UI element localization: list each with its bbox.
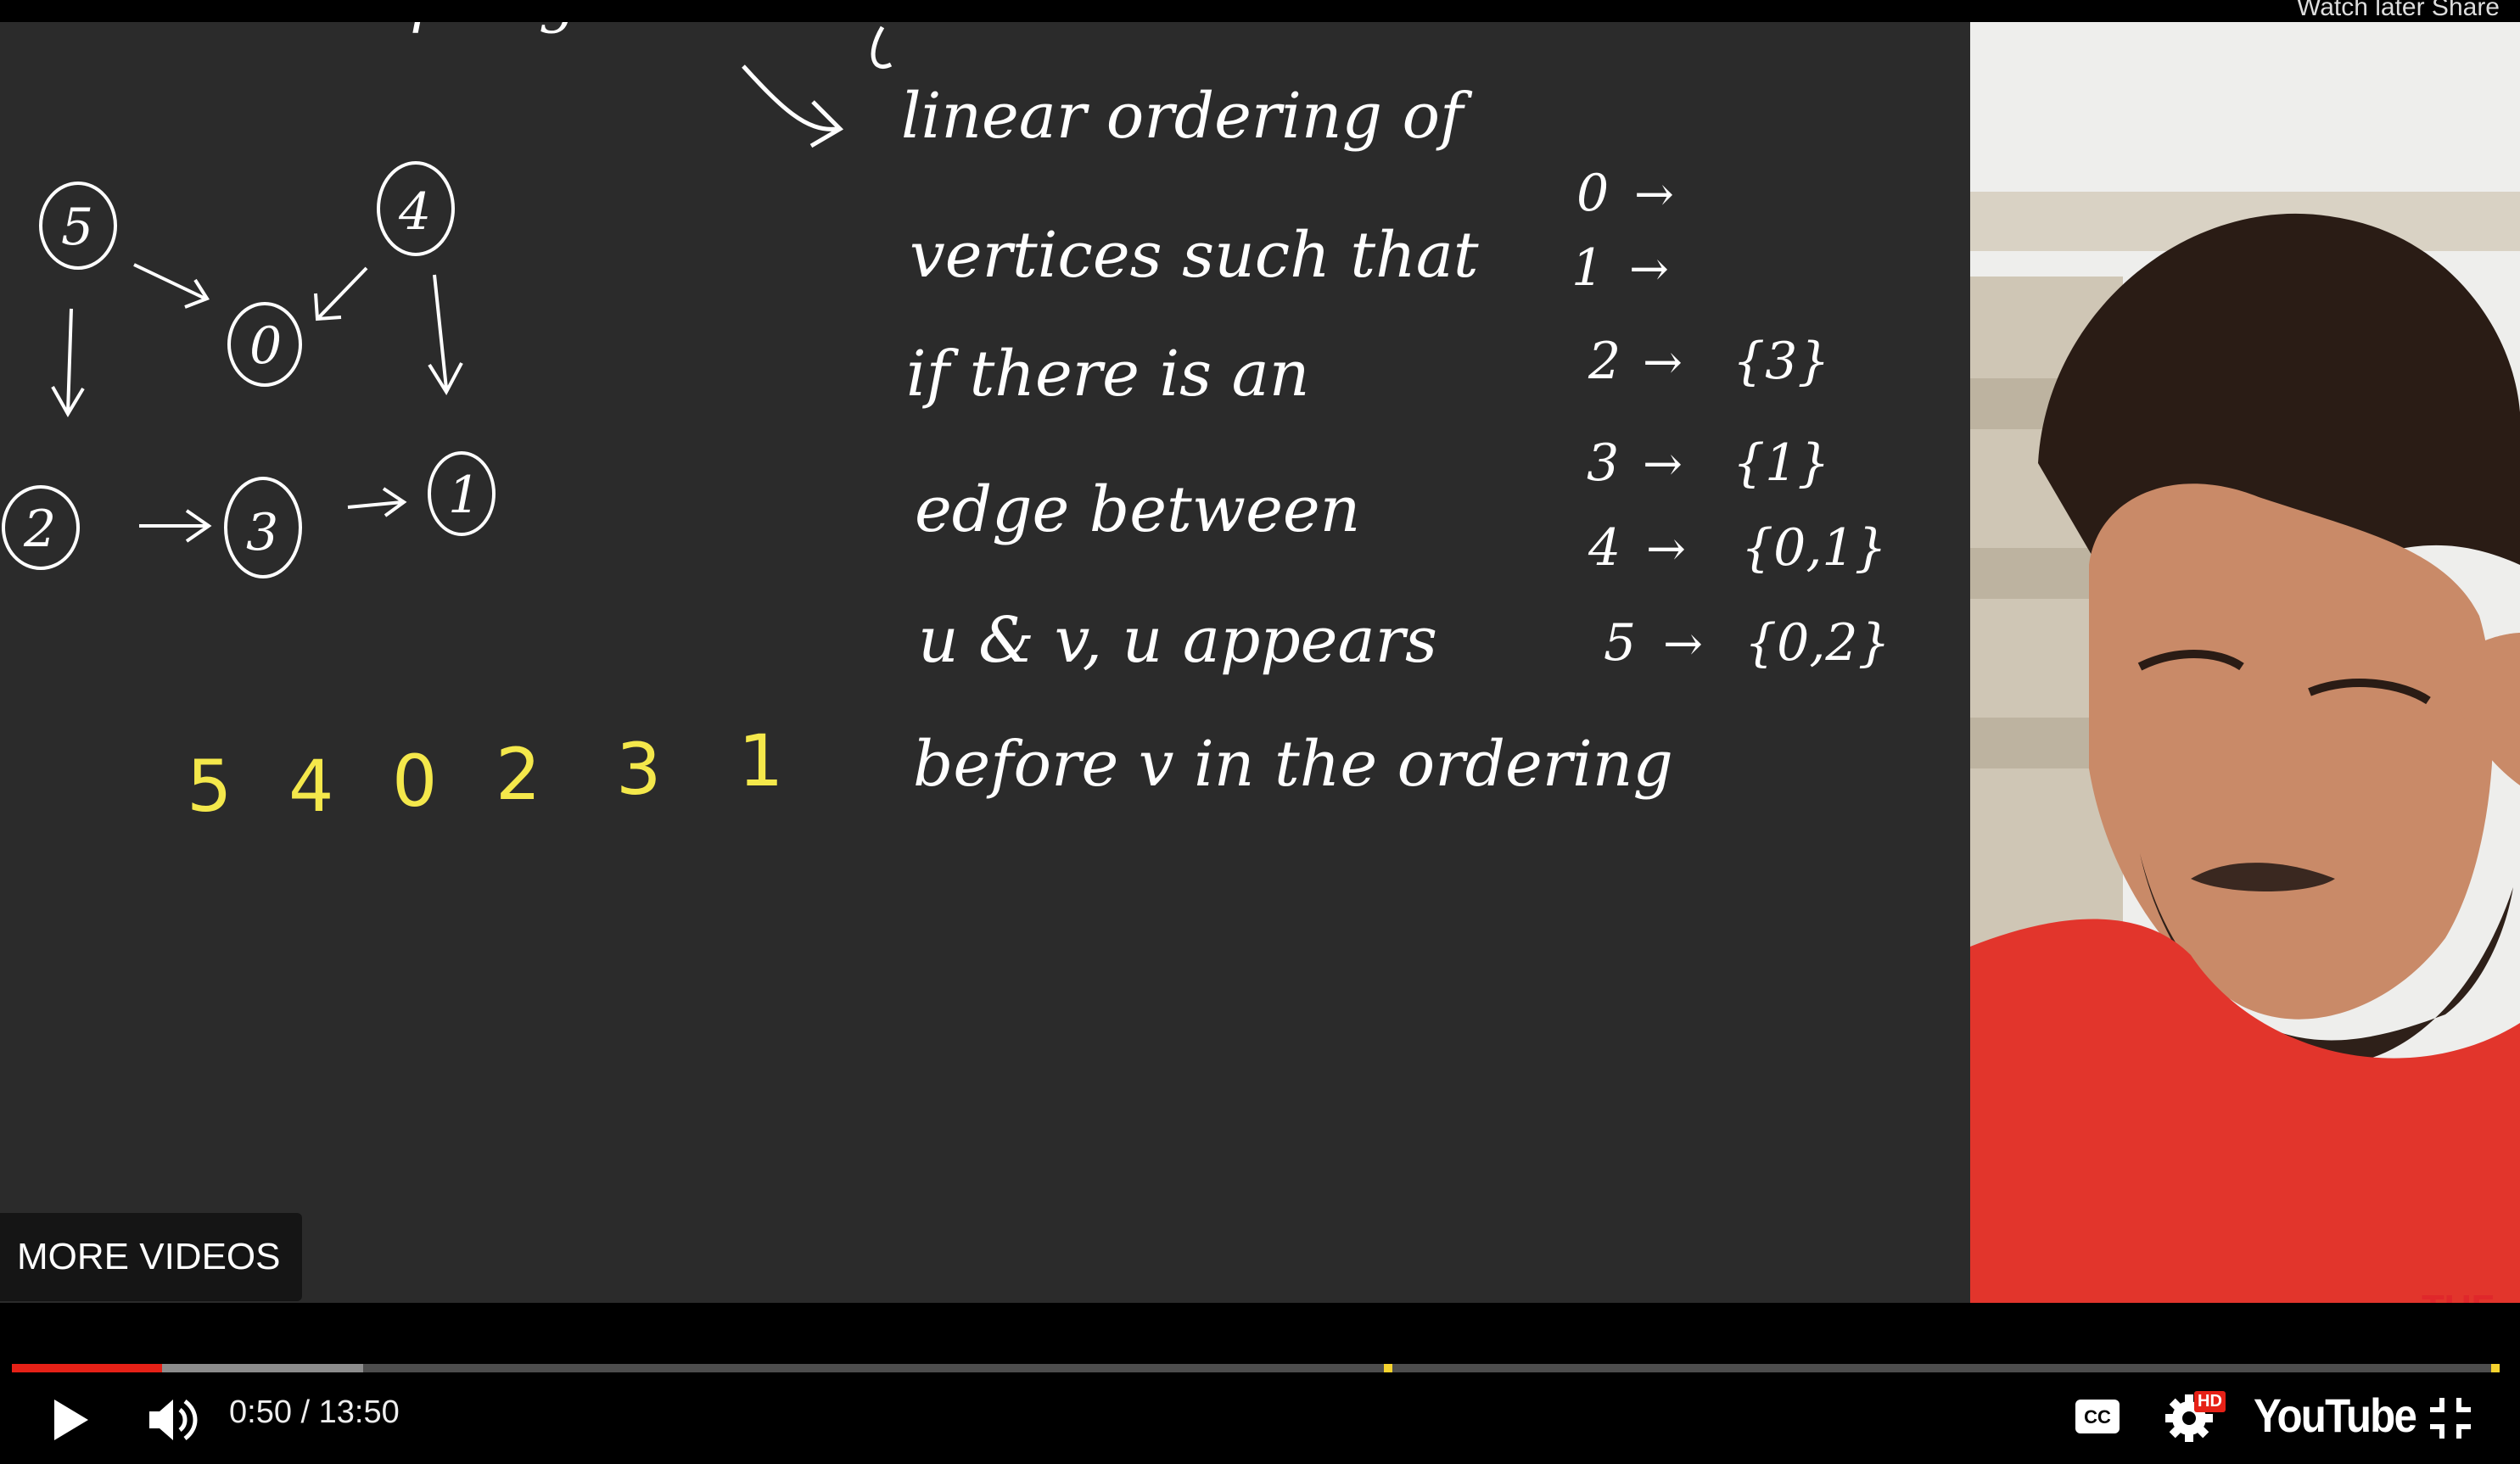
node-label: 4: [398, 182, 431, 242]
cc-icon: CC: [2075, 1400, 2120, 1433]
adj-neighbors: {3}: [1733, 332, 1830, 391]
graph-labels: 5 4 0 2 3 1: [23, 182, 480, 562]
edge-4-1: [428, 274, 463, 396]
adj-vertex: 0: [1576, 164, 1609, 223]
more-videos-button[interactable]: MORE VIDEOS: [0, 1213, 302, 1301]
topo-item: 5: [187, 745, 232, 828]
player-controls: 0:50 / 13:50 CC HD YouTube: [0, 1303, 2520, 1464]
definition-line: u & v, u appears: [918, 604, 1437, 677]
top-strip: Watch later Share: [0, 0, 2520, 22]
progress-played: [12, 1364, 163, 1372]
topo-order: 5 4 0 2 3 1: [187, 719, 783, 828]
board-drawing: Topological Sort 5 4 0 2 3 1: [2, 22, 1890, 828]
presenter-image: [1970, 22, 2520, 1303]
definition-line: before v in the ordering: [913, 728, 1673, 801]
node-label: 2: [23, 500, 56, 559]
video-board[interactable]: Topological Sort 5 4 0 2 3 1: [0, 22, 1970, 1303]
play-button[interactable]: [49, 1396, 92, 1444]
topo-item: 2: [496, 733, 540, 816]
adj-arrow: →: [1629, 242, 1669, 297]
youtube-logo[interactable]: YouTube: [2254, 1388, 2417, 1443]
captions-button[interactable]: CC: [2074, 1398, 2121, 1435]
adj-arrow: →: [1643, 335, 1683, 390]
volume-icon: [149, 1400, 198, 1440]
topo-item: 0: [392, 740, 437, 823]
adj-neighbors: {1}: [1733, 433, 1830, 493]
edge-3-1: [347, 487, 407, 517]
topo-item: 4: [288, 745, 333, 828]
adj-vertex: 3: [1587, 433, 1619, 493]
presenter-webcam: [1970, 22, 2520, 1303]
adj-vertex: 2: [1588, 332, 1621, 391]
node-label: 5: [61, 198, 93, 257]
definition-line: vertices such that: [910, 219, 1479, 292]
volume-button[interactable]: [146, 1394, 200, 1445]
edge-5-2: [51, 308, 85, 417]
settings-button[interactable]: HD: [2164, 1388, 2228, 1442]
definition-line: if there is an: [906, 338, 1309, 411]
adj-arrow: →: [1643, 437, 1683, 492]
adj-vertex: 5: [1604, 613, 1636, 673]
chapter-marker: [2490, 1364, 2500, 1372]
edge-4-0: [314, 266, 368, 321]
edge-5-0: [133, 263, 210, 309]
top-actions-text[interactable]: Watch later Share: [2297, 0, 2500, 22]
play-icon: [54, 1400, 88, 1440]
chapter-marker: [1383, 1364, 1392, 1372]
pointer-arrow: [742, 64, 844, 148]
definition-line: linear ordering of: [901, 80, 1473, 153]
exit-fullscreen-icon: [2430, 1398, 2471, 1439]
adj-neighbors: {0,2}: [1744, 613, 1890, 673]
node-label: 0: [249, 316, 282, 376]
node-label: 3: [246, 503, 278, 562]
definition: linear ordering of vertices such that if…: [901, 80, 1673, 801]
adj-arrow: →: [1646, 522, 1686, 577]
time-display: 0:50 / 13:50: [229, 1394, 400, 1430]
hd-badge: HD: [2194, 1391, 2226, 1412]
adj-vertex: 1: [1571, 238, 1604, 298]
svg-text:CC: CC: [2084, 1406, 2111, 1428]
heading-stroke: [871, 25, 893, 70]
progress-bar[interactable]: [12, 1364, 2500, 1372]
node-label: 1: [448, 466, 480, 525]
heading-fragment: Topological Sort: [339, 22, 832, 35]
adjacency-list: 0 → 1 → 2 → {3} 3 → {1} 4 → {0,1} 5 → {0…: [1571, 164, 1890, 673]
adj-vertex: 4: [1588, 518, 1621, 578]
adj-neighbors: {0,1}: [1741, 518, 1887, 578]
definition-line: edge between: [915, 473, 1360, 546]
edge-2-3: [139, 509, 212, 543]
adj-arrow: →: [1634, 167, 1674, 222]
topo-item: 1: [738, 719, 783, 802]
exit-fullscreen-button[interactable]: [2428, 1396, 2472, 1440]
adj-arrow: →: [1663, 617, 1703, 672]
topo-item: 3: [616, 728, 661, 811]
